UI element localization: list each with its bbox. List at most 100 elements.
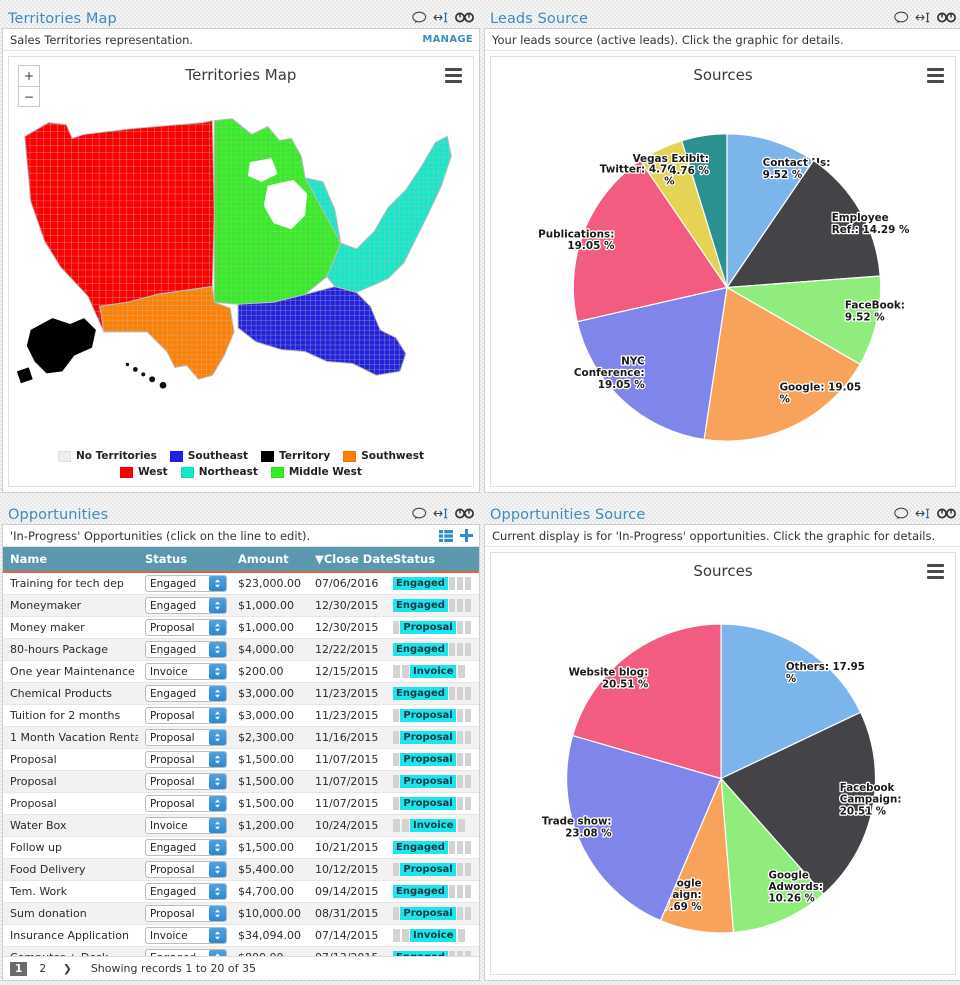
- comment-icon[interactable]: [894, 11, 909, 24]
- status-select[interactable]: Proposal: [145, 773, 227, 790]
- table-row[interactable]: Proposal Proposal $1,500.00 11/07/2015 Propo…: [3, 792, 479, 815]
- settings-icon[interactable]: [937, 12, 956, 23]
- status-select[interactable]: Proposal: [145, 795, 227, 812]
- table-row[interactable]: Moneymaker Engaged $1,000.00 12/30/2015 Enga…: [3, 594, 479, 617]
- table-row[interactable]: One year Maintenance Invoice $200.00 12/15/…: [3, 660, 479, 683]
- status-select[interactable]: Engaged: [145, 685, 227, 702]
- status-select[interactable]: Invoice: [145, 663, 227, 680]
- table-row[interactable]: Sum donation Proposal $10,000.00 08/31/2015…: [3, 902, 479, 925]
- resize-icon[interactable]: [915, 508, 931, 519]
- status-badge: Proposal: [400, 797, 456, 810]
- chevron-updown-icon[interactable]: [209, 576, 226, 591]
- column-header-name[interactable]: Name: [3, 547, 138, 573]
- chevron-updown-icon[interactable]: [209, 906, 226, 921]
- hamburger-menu-icon[interactable]: [927, 564, 944, 582]
- table-row[interactable]: Money maker Proposal $1,000.00 12/30/2015 Pr…: [3, 616, 479, 639]
- opportunities-source-pie-chart[interactable]: Sources Others: 17.95% Facebook Campaign: 2…: [490, 552, 956, 975]
- chevron-updown-icon[interactable]: [209, 928, 226, 943]
- pie-canvas[interactable]: Contact Us: 9.52 % Employee Ref.: 14.29 % Fa…: [491, 87, 955, 486]
- chevron-updown-icon[interactable]: [209, 686, 226, 701]
- legend-item-territory[interactable]: Territory: [261, 450, 330, 462]
- status-select[interactable]: Engaged: [145, 641, 227, 658]
- list-view-icon[interactable]: [439, 529, 453, 542]
- pie-canvas[interactable]: Others: 17.95% Facebook Campaign: 20.51 % Go…: [491, 583, 955, 974]
- column-header-amount[interactable]: Amount: [231, 547, 308, 573]
- status-segment: [456, 599, 463, 612]
- status-select[interactable]: Proposal: [145, 619, 227, 636]
- status-select[interactable]: Proposal: [145, 861, 227, 878]
- chevron-updown-icon[interactable]: [209, 598, 226, 613]
- status-select[interactable]: Invoice: [145, 817, 227, 834]
- table-row[interactable]: Tem. Work Engaged $4,700.00 09/14/2015 Engag…: [3, 880, 479, 903]
- legend-item-middle-west[interactable]: Middle West: [270, 466, 362, 478]
- table-row[interactable]: Insurance Application Invoice $34,094.00 07…: [3, 924, 479, 947]
- table-row[interactable]: Follow up Engaged $1,500.00 10/21/2015 Engag…: [3, 836, 479, 859]
- resize-icon[interactable]: [433, 508, 449, 519]
- column-header-status-bar[interactable]: Status: [386, 547, 479, 573]
- comment-icon[interactable]: [412, 507, 427, 520]
- chevron-updown-icon[interactable]: [209, 620, 226, 635]
- map-canvas[interactable]: + − No Territories Southeast Territory S…: [9, 57, 473, 486]
- comment-icon[interactable]: [894, 507, 909, 520]
- table-row[interactable]: 80-hours Package Engaged $4,000.00 12/22/20…: [3, 638, 479, 661]
- chevron-updown-icon[interactable]: [209, 708, 226, 723]
- chevron-updown-icon[interactable]: [209, 884, 226, 899]
- next-page-button[interactable]: ❯: [58, 962, 77, 976]
- leads-source-pie-chart[interactable]: Sources Contact Us: 9.52 % Employee Ref.: 1…: [490, 56, 956, 487]
- chevron-updown-icon[interactable]: [209, 730, 226, 745]
- chevron-updown-icon[interactable]: [209, 664, 226, 679]
- legend-item-northeast[interactable]: Northeast: [180, 466, 258, 478]
- status-select[interactable]: Engaged: [145, 949, 227, 956]
- table-row[interactable]: Chemical Products Engaged $3,000.00 11/23/2…: [3, 682, 479, 705]
- zoom-out-button[interactable]: −: [18, 86, 40, 107]
- status-select-value: Proposal: [150, 775, 195, 788]
- resize-icon[interactable]: [915, 12, 931, 23]
- column-header-status-select[interactable]: Status: [138, 547, 231, 573]
- zoom-in-button[interactable]: +: [18, 65, 40, 86]
- legend-item-southeast[interactable]: Southeast: [169, 450, 248, 462]
- opportunities-table-scroll[interactable]: Name Status Amount ▼Close Date Status Tr…: [3, 547, 479, 956]
- chevron-updown-icon[interactable]: [209, 752, 226, 767]
- hamburger-menu-icon[interactable]: [927, 68, 944, 86]
- status-select[interactable]: Proposal: [145, 751, 227, 768]
- chevron-updown-icon[interactable]: [209, 840, 226, 855]
- page-1-button[interactable]: 1: [10, 961, 28, 976]
- add-icon[interactable]: [460, 529, 473, 542]
- chevron-updown-icon[interactable]: [209, 642, 226, 657]
- chevron-updown-icon[interactable]: [209, 862, 226, 877]
- table-row[interactable]: Water Box Invoice $1,200.00 10/24/2015 Invoi…: [3, 814, 479, 837]
- status-select[interactable]: Engaged: [145, 883, 227, 900]
- status-select[interactable]: Proposal: [145, 707, 227, 724]
- manage-link[interactable]: MANAGE: [422, 34, 473, 45]
- pie-svg[interactable]: Others: 17.95 %Facebook Campaign: 20.51 %Go…: [491, 583, 955, 974]
- chevron-updown-icon[interactable]: [209, 796, 226, 811]
- territories-map-chart[interactable]: Territories Map + − No Territories South…: [8, 56, 474, 487]
- status-select[interactable]: Engaged: [145, 597, 227, 614]
- table-row[interactable]: Proposal Proposal $1,500.00 11/07/2015 Propo…: [3, 770, 479, 793]
- table-row[interactable]: Proposal Proposal $1,500.00 11/07/2015 Propo…: [3, 748, 479, 771]
- status-select[interactable]: Invoice: [145, 927, 227, 944]
- comment-icon[interactable]: [412, 11, 427, 24]
- status-select[interactable]: Engaged: [145, 839, 227, 856]
- pie-svg[interactable]: Contact Us: 9.52 %Employee Ref.: 14.29 %Fa…: [491, 87, 955, 486]
- table-row[interactable]: Food Delivery Proposal $5,400.00 10/12/2015…: [3, 858, 479, 881]
- resize-icon[interactable]: [433, 12, 449, 23]
- table-row[interactable]: Computer + DeskEngaged$800.0007/13/2015E…: [3, 946, 479, 956]
- status-select[interactable]: Proposal: [145, 729, 227, 746]
- column-header-close-date[interactable]: ▼Close Date: [308, 547, 393, 573]
- status-select[interactable]: Engaged: [145, 575, 227, 592]
- page-2-button[interactable]: 2: [34, 962, 51, 976]
- us-territories-map[interactable]: [9, 81, 473, 411]
- settings-icon[interactable]: [455, 508, 474, 519]
- table-row[interactable]: Tuition for 2 months Proposal $3,000.00 11/…: [3, 704, 479, 727]
- table-row[interactable]: 1 Month Vacation Rental Proposal $2,300.00…: [3, 726, 479, 749]
- legend-item-west[interactable]: West: [120, 466, 168, 478]
- settings-icon[interactable]: [455, 12, 474, 23]
- status-select[interactable]: Proposal: [145, 905, 227, 922]
- chevron-updown-icon[interactable]: [209, 774, 226, 789]
- table-row[interactable]: Training for tech dep Engaged $23,000.00 07…: [3, 572, 479, 595]
- legend-item-no-territories[interactable]: No Territories: [57, 450, 157, 462]
- legend-item-southwest[interactable]: Southwest: [343, 450, 424, 462]
- chevron-updown-icon[interactable]: [209, 818, 226, 833]
- settings-icon[interactable]: [937, 508, 956, 519]
